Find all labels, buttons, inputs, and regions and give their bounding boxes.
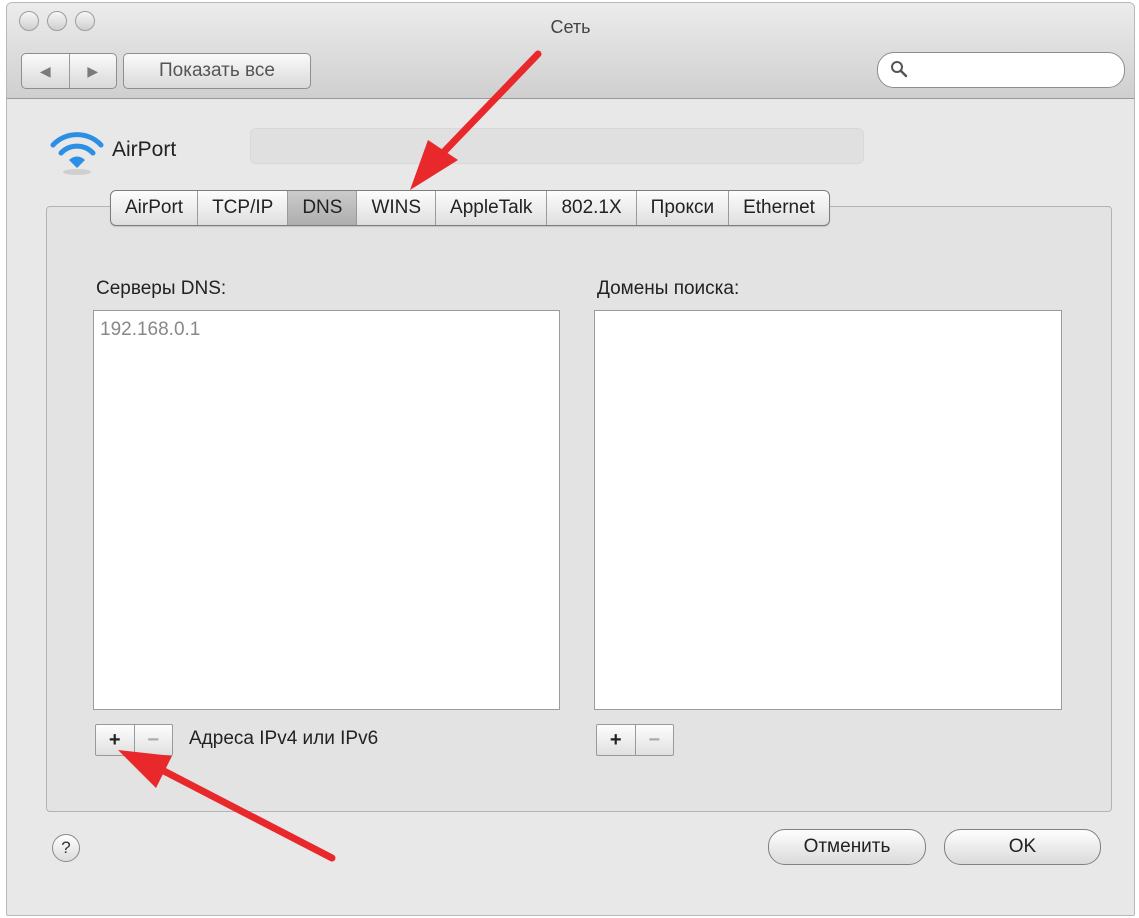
tab-appletalk[interactable]: AppleTalk (435, 191, 546, 225)
tab-tcpip[interactable]: TCP/IP (197, 191, 287, 225)
window-title: Сеть (550, 17, 591, 37)
dns-servers-label: Серверы DNS: (96, 278, 227, 299)
interface-name: AirPort (112, 138, 177, 161)
tab-wins[interactable]: WINS (356, 191, 435, 225)
tab-airport[interactable]: AirPort (111, 191, 197, 225)
forward-button[interactable]: ▶ (68, 54, 117, 88)
dns-servers-list[interactable]: 192.168.0.1 (93, 310, 560, 710)
back-button[interactable]: ◀ (22, 54, 69, 88)
cancel-button[interactable]: Отменить (768, 829, 926, 865)
search-domains-list[interactable] (594, 310, 1062, 710)
settings-tabs: AirPort TCP/IP DNS WINS AppleTalk 802.1X… (110, 190, 830, 226)
search-domains-add-remove: + − (596, 724, 674, 756)
airport-wifi-icon (50, 132, 104, 175)
tab-ethernet[interactable]: Ethernet (728, 191, 829, 225)
address-hint: Адреса IPv4 или IPv6 (189, 728, 379, 749)
dns-servers-add-remove: + − (95, 724, 173, 756)
help-button[interactable]: ? (52, 834, 80, 862)
location-popup-blurred (250, 128, 864, 164)
back-forward-control: ◀ ▶ (21, 53, 117, 89)
add-dns-server-button[interactable]: + (96, 725, 134, 755)
remove-search-domain-button[interactable]: − (634, 725, 674, 755)
search-domains-label: Домены поиска: (597, 278, 740, 299)
search-field[interactable] (877, 52, 1125, 88)
list-item[interactable]: 192.168.0.1 (94, 311, 559, 349)
remove-dns-server-button[interactable]: − (133, 725, 173, 755)
tab-proxy[interactable]: Прокси (635, 191, 728, 225)
tab-8021x[interactable]: 802.1X (546, 191, 635, 225)
search-icon (891, 61, 908, 78)
add-search-domain-button[interactable]: + (597, 725, 635, 755)
tab-dns[interactable]: DNS (287, 191, 357, 225)
show-all-button[interactable]: Показать все (123, 53, 311, 89)
title-bar: Сеть ◀ ▶ Показать все (7, 3, 1134, 99)
ok-button[interactable]: OK (944, 829, 1101, 865)
